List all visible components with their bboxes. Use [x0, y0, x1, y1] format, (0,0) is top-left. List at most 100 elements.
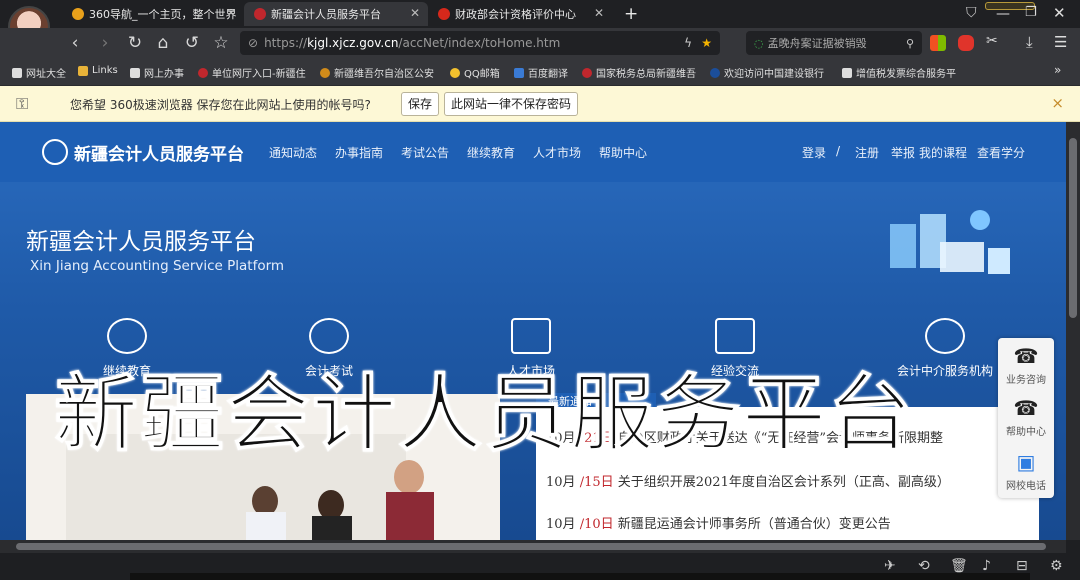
business-consult-button[interactable]: ☎ 业务咨询: [998, 344, 1054, 386]
close-icon[interactable]: ×: [1051, 94, 1064, 112]
server-illustration-icon: [890, 210, 1010, 274]
vertical-scrollbar[interactable]: [1066, 122, 1080, 540]
settings-icon[interactable]: ⚙: [1050, 558, 1063, 574]
shirt-icon[interactable]: ⛉: [966, 5, 977, 21]
menu-icon[interactable]: ☰: [1054, 33, 1067, 51]
police-icon: [320, 67, 330, 78]
game-icon[interactable]: [958, 35, 974, 51]
close-tab-icon[interactable]: ✕: [226, 6, 236, 20]
rocket-icon[interactable]: ✈: [884, 558, 896, 574]
tab-360-nav[interactable]: 360导航_一个主页，整个世界 ✕: [62, 2, 244, 26]
address-bar[interactable]: ⊘ https:// kjgl.xjcz.gov.cn /accNet/inde…: [240, 31, 720, 55]
handshake-icon: [925, 318, 965, 354]
bookmark-label: 新疆维吾尔自治区公安: [334, 69, 434, 80]
site-logo[interactable]: 新疆会计人员服务平台: [42, 139, 244, 165]
bookmark-star-icon[interactable]: ☆: [210, 32, 232, 54]
widget-label: 业务咨询: [1006, 375, 1046, 386]
mobile-phone-icon: ▣: [1016, 450, 1036, 474]
bookmark-item[interactable]: 新疆维吾尔自治区公安: [320, 65, 434, 80]
undo-close-icon[interactable]: ↺: [181, 32, 203, 54]
scroll-thumb[interactable]: [1069, 138, 1077, 318]
nav-exam[interactable]: 考试公告: [401, 144, 449, 161]
hero-subtitle: Xin Jiang Accounting Service Platform: [30, 258, 285, 274]
help-center-button[interactable]: ☎ 帮助中心: [998, 396, 1054, 438]
zoom-icon[interactable]: ⊟: [1016, 558, 1028, 574]
tab-label: 新疆会计人员服务平台: [271, 8, 381, 21]
save-password-message: 您希望 360极速浏览器 保存您在此网站上使用的帐号吗?: [70, 98, 371, 112]
side-contact-widget: ☎ 业务咨询 ☎ 帮助中心 ▣ 网校电话: [998, 338, 1054, 498]
search-box[interactable]: ◌ 孟晚舟案证据被销毁 ⚲: [746, 31, 922, 55]
nav-guide[interactable]: 办事指南: [335, 144, 383, 161]
forward-icon[interactable]: ›: [94, 32, 116, 54]
emblem-favicon-icon: [438, 8, 450, 20]
person-figure: [246, 512, 286, 540]
apps-icon[interactable]: [930, 35, 946, 51]
lightning-icon[interactable]: ϟ: [684, 36, 692, 50]
nav-education[interactable]: 继续教育: [467, 144, 515, 161]
my-courses-link[interactable]: 我的课程: [919, 144, 967, 161]
site-favicon-icon: [254, 8, 266, 20]
login-link[interactable]: 登录: [802, 144, 826, 161]
never-save-button[interactable]: 此网站一律不保存密码: [444, 92, 579, 116]
restore-icon[interactable]: ❐: [1025, 5, 1037, 20]
nav-talent[interactable]: 人才市场: [533, 144, 581, 161]
widget-label: 帮助中心: [1006, 427, 1046, 438]
logo-mark-icon: [42, 139, 68, 165]
url-host: kjgl.xjcz.gov.cn: [307, 36, 399, 50]
save-password-bar: ⚿ 您希望 360极速浏览器 保存您在此网站上使用的帐号吗? 保存 此网站一律不…: [0, 86, 1080, 122]
bookmark-label: 网址大全: [26, 69, 66, 80]
bookmark-label: QQ邮箱: [464, 69, 500, 80]
save-password-button[interactable]: 保存: [401, 92, 440, 116]
search-icon[interactable]: ⚲: [906, 37, 914, 50]
bookmark-item[interactable]: 增值税发票综合服务平: [842, 65, 956, 80]
bookmark-item[interactable]: 国家税务总局新疆维吾: [582, 65, 696, 80]
page-icon: [842, 67, 852, 78]
school-phone-button[interactable]: ▣ 网校电话: [998, 450, 1054, 492]
bookmark-item[interactable]: 网上办事: [130, 65, 184, 80]
bookmark-folder[interactable]: Links: [78, 65, 118, 76]
tab-mof-evaluation[interactable]: 财政部会计资格评价中心 ✕: [428, 2, 612, 26]
bookmark-item[interactable]: 欢迎访问中国建设银行: [710, 65, 824, 80]
news-day: 15日: [584, 475, 614, 490]
reload-icon[interactable]: ↻: [124, 32, 146, 54]
360-search-icon: ◌: [754, 36, 764, 50]
news-month: 10月: [546, 475, 576, 490]
bookmark-item[interactable]: QQ邮箱: [450, 65, 500, 80]
refresh-icon[interactable]: ⟲: [918, 558, 930, 574]
close-tab-icon[interactable]: ✕: [410, 6, 420, 20]
trash-icon[interactable]: 🗑: [950, 558, 968, 574]
scroll-thumb[interactable]: [16, 543, 1046, 550]
bookmark-label: 欢迎访问中国建设银行: [724, 69, 824, 80]
folder-icon: [78, 65, 88, 76]
phone-icon: ☎: [1013, 344, 1039, 368]
register-link[interactable]: 注册: [855, 144, 879, 161]
favorite-star-icon[interactable]: ★: [701, 36, 712, 50]
nav-notices[interactable]: 通知动态: [269, 144, 317, 161]
scissors-icon[interactable]: ✂: [986, 33, 998, 49]
url-scheme: https://: [264, 36, 308, 50]
more-bookmarks-icon[interactable]: »: [1054, 63, 1061, 77]
speaker-icon[interactable]: ♪: [982, 558, 991, 574]
bookmark-item[interactable]: 百度翻译: [514, 65, 568, 80]
credits-link[interactable]: 查看学分: [977, 144, 1025, 161]
news-item[interactable]: 10月 /10日 新疆昆运通会计师事务所（普通合伙）变更公告: [546, 513, 1032, 532]
news-item[interactable]: 10月 /15日 关于组织开展2021年度自治区会计系列（正高、副高级）: [546, 471, 1032, 490]
bookmark-item[interactable]: 单位网厅入口-新疆住: [198, 65, 306, 80]
plus-icon: +: [624, 4, 639, 24]
tab-xinjiang-platform[interactable]: 新疆会计人员服务平台 ✕: [244, 2, 428, 26]
nav-help[interactable]: 帮助中心: [599, 144, 647, 161]
web-page: 新疆会计人员服务平台 通知动态 办事指南 考试公告 继续教育 人才市场 帮助中心…: [0, 122, 1066, 540]
close-window-icon[interactable]: ✕: [1053, 4, 1066, 22]
home-icon[interactable]: ⌂: [152, 32, 174, 54]
new-tab-button[interactable]: +: [614, 2, 644, 26]
horizontal-scrollbar[interactable]: [0, 540, 1066, 553]
back-icon[interactable]: ‹: [64, 32, 86, 54]
close-tab-icon[interactable]: ✕: [594, 6, 604, 20]
url-path: /accNet/index/toHome.htm: [398, 36, 561, 50]
report-link[interactable]: 举报: [891, 144, 915, 161]
bookmark-item[interactable]: 网址大全: [12, 65, 66, 80]
bookmark-label: Links: [92, 65, 118, 76]
person-figure: [386, 492, 434, 540]
download-icon[interactable]: ⤓: [1026, 33, 1033, 51]
minimize-icon[interactable]: —: [996, 6, 1010, 22]
